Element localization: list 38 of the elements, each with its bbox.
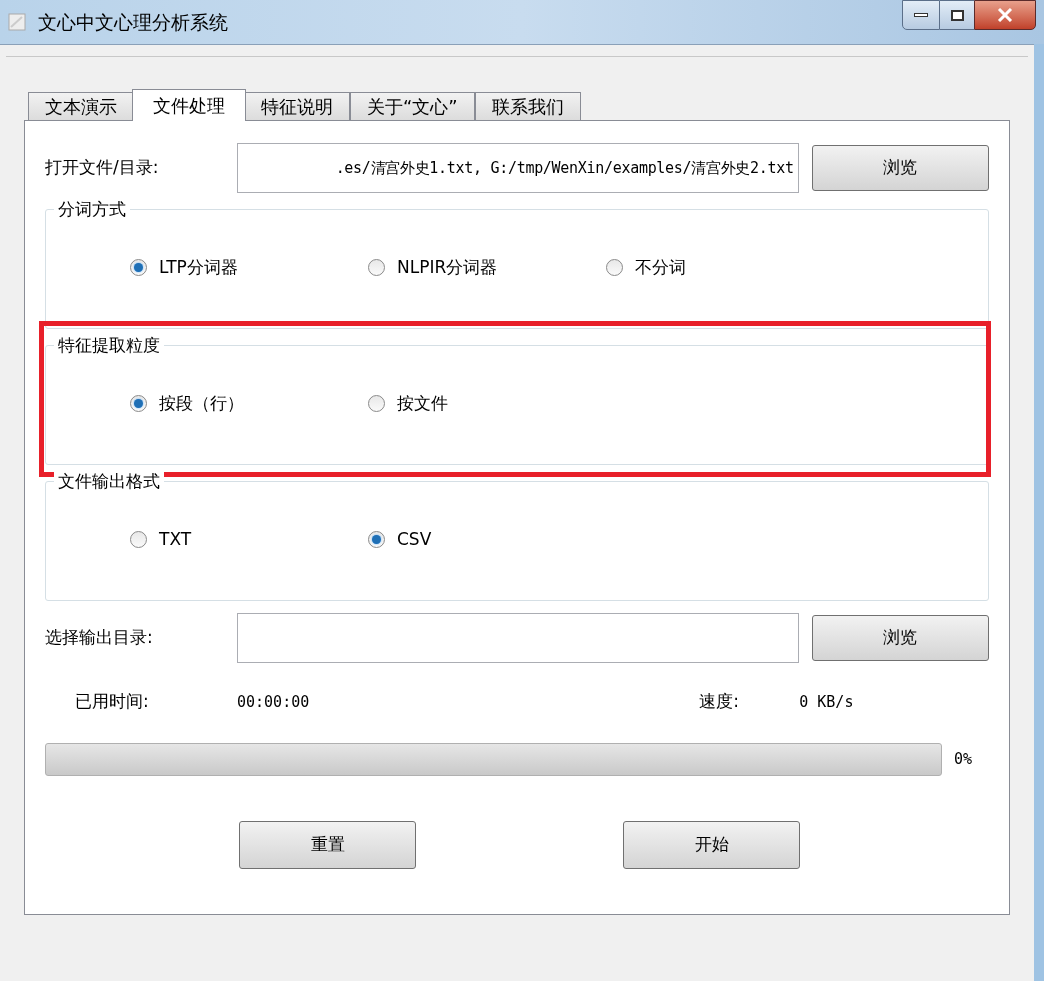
tab[interactable]: 文件处理: [132, 89, 246, 121]
radio-button[interactable]: [368, 531, 385, 549]
speed-value: 0 KB/s: [799, 691, 854, 713]
action-button[interactable]: 开始: [623, 820, 800, 869]
close-button[interactable]: [974, 0, 1036, 30]
radio-button[interactable]: [130, 259, 147, 277]
tab[interactable]: 特征说明: [244, 92, 350, 120]
window-title: 文心中文心理分析系统: [38, 10, 228, 35]
elapsed-label: 已用时间:: [75, 690, 150, 713]
file-path-field[interactable]: .es/清宫外史1.txt, G:/tmp/WenXin/examples/清宫外史2.txt: [237, 143, 799, 193]
radio-label: CSV: [397, 528, 432, 551]
browse-button[interactable]: 浏览: [811, 145, 989, 191]
radio-label: 按文件: [397, 392, 448, 415]
radio-label: NLPIR分词器: [397, 256, 498, 279]
speed-label: 速度:: [699, 690, 740, 713]
radio-label: 不分词: [635, 256, 686, 279]
radio-button[interactable]: [130, 531, 147, 549]
radio-button[interactable]: [130, 395, 147, 413]
radio-button[interactable]: [606, 259, 623, 277]
radio-button[interactable]: [368, 395, 385, 413]
field-label: 选择输出目录:: [45, 626, 154, 650]
minimize-button[interactable]: [902, 0, 940, 30]
radio-button[interactable]: [368, 259, 385, 277]
progress-reading: 0%: [954, 748, 973, 770]
app-icon: [8, 13, 26, 32]
maximize-button[interactable]: [940, 0, 974, 30]
radio-label: 按段（行）: [159, 392, 244, 415]
output-dir-field[interactable]: [237, 613, 799, 663]
elapsed-value: 00:00:00: [237, 691, 310, 713]
tab[interactable]: 关于“文心”: [350, 92, 475, 120]
radio-label: LTP分词器: [159, 256, 238, 279]
action-button[interactable]: 重置: [239, 820, 416, 869]
close-icon: [997, 8, 1013, 22]
tab[interactable]: 文本演示: [28, 92, 134, 120]
tab[interactable]: 联系我们: [474, 92, 581, 120]
radio-label: TXT: [159, 528, 192, 551]
browse-button[interactable]: 浏览: [811, 615, 989, 661]
field-label: 打开文件/目录:: [45, 156, 160, 180]
